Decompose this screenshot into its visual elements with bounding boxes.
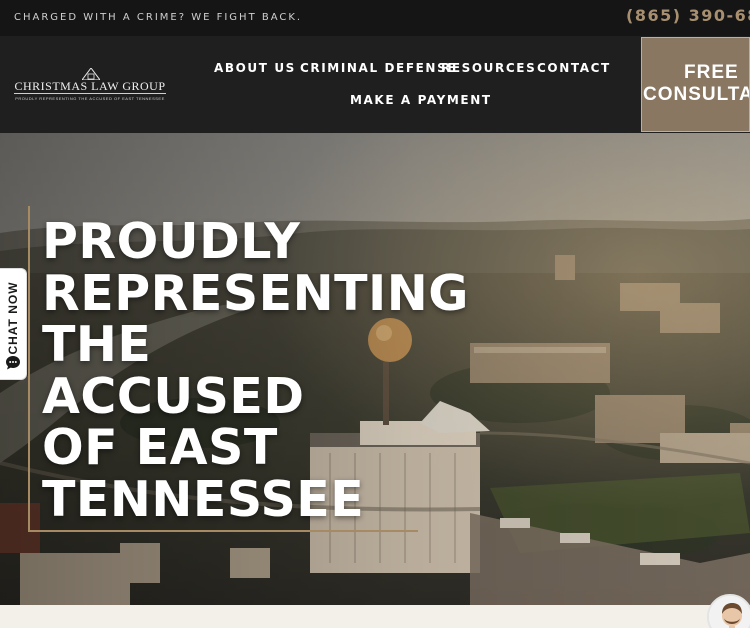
logo-divider xyxy=(14,93,166,94)
nav-resources[interactable]: RESOURCES xyxy=(441,61,536,75)
headline-line: REPRESENTING xyxy=(42,264,469,322)
nav-about-us[interactable]: ABOUT US xyxy=(214,61,296,75)
headline-line: TENNESSEE xyxy=(42,470,365,528)
headline-line: PROUDLY xyxy=(42,213,301,270)
chat-avatar[interactable] xyxy=(707,594,750,628)
headline-line: OF EAST xyxy=(42,419,278,476)
phone-link[interactable]: (865) 390-6895 xyxy=(626,6,750,25)
chat-bubble-icon xyxy=(6,356,20,370)
logo-subtitle: PROUDLY REPRESENTING THE ACCUSED OF EAST… xyxy=(15,96,165,101)
nav-contact[interactable]: CONTACT xyxy=(537,61,611,75)
top-bar: CHARGED WITH A CRIME? WE FIGHT BACK. (86… xyxy=(0,0,750,36)
cta-line-1: FREE xyxy=(684,62,739,83)
tagline: CHARGED WITH A CRIME? WE FIGHT BACK. xyxy=(14,12,303,23)
logo-name: CHRISTMAS LAW GROUP xyxy=(14,79,166,93)
nav-criminal-defense[interactable]: CRIMINAL DEFENSE xyxy=(300,61,457,75)
chat-now-tab[interactable]: CHAT NOW xyxy=(0,268,27,380)
chat-now-label: CHAT NOW xyxy=(6,281,20,355)
headline-line: THE xyxy=(42,316,152,373)
cta-line-2: CONSULTATION xyxy=(643,84,749,105)
site-header: CHRISTMAS LAW GROUP PROUDLY REPRESENTING… xyxy=(0,36,750,133)
headline-line: ACCUSED xyxy=(42,367,305,425)
nav-make-a-payment[interactable]: MAKE A PAYMENT xyxy=(350,93,492,107)
free-consultation-button[interactable]: FREE CONSULTATION xyxy=(641,37,750,132)
hero-headline: PROUDLY REPRESENTING THE ACCUSED OF EAST… xyxy=(42,216,522,525)
logo[interactable]: CHRISTMAS LAW GROUP PROUDLY REPRESENTING… xyxy=(14,68,166,102)
avatar-person-icon xyxy=(709,596,750,628)
bottom-strip xyxy=(0,605,750,628)
